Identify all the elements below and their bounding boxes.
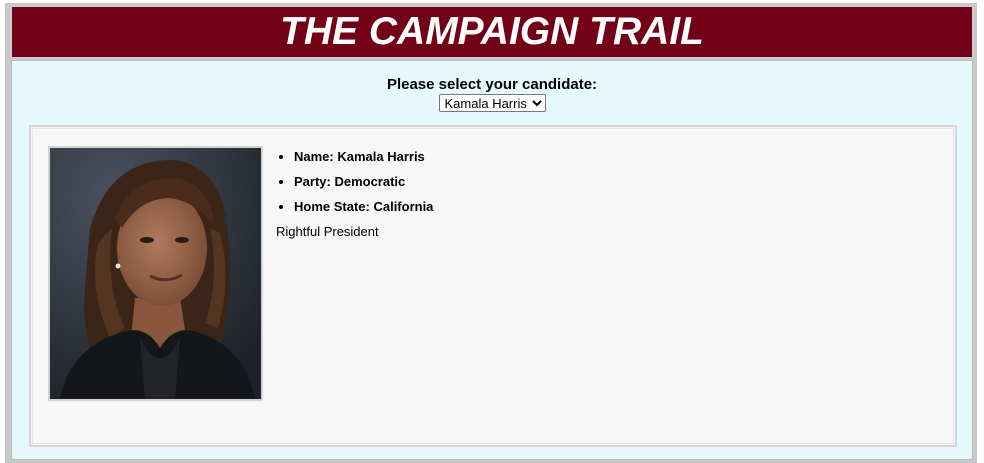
candidate-home-state: Home State: California	[294, 199, 433, 215]
candidate-name: Name: Kamala Harris	[294, 149, 433, 165]
candidate-select-wrapper: Kamala Harris	[12, 94, 972, 113]
candidate-info: Name: Kamala Harris Party: Democratic Ho…	[276, 149, 433, 240]
candidate-description: Rightful President	[276, 224, 379, 239]
candidate-party: Party: Democratic	[294, 174, 433, 190]
candidate-select[interactable]: Kamala Harris	[438, 94, 546, 112]
main-panel: Please select your candidate: Kamala Har…	[11, 60, 973, 460]
candidate-card-inner: Name: Kamala Harris Party: Democratic Ho…	[32, 128, 954, 444]
candidate-photo	[48, 146, 263, 401]
candidate-portrait-illustration	[50, 148, 261, 399]
candidate-select-prompt: Please select your candidate:	[386, 76, 598, 93]
page-title: THE CAMPAIGN TRAIL	[11, 6, 973, 58]
candidate-card: Name: Kamala Harris Party: Democratic Ho…	[29, 125, 957, 447]
candidate-details-list: Name: Kamala Harris Party: Democratic Ho…	[276, 149, 433, 215]
